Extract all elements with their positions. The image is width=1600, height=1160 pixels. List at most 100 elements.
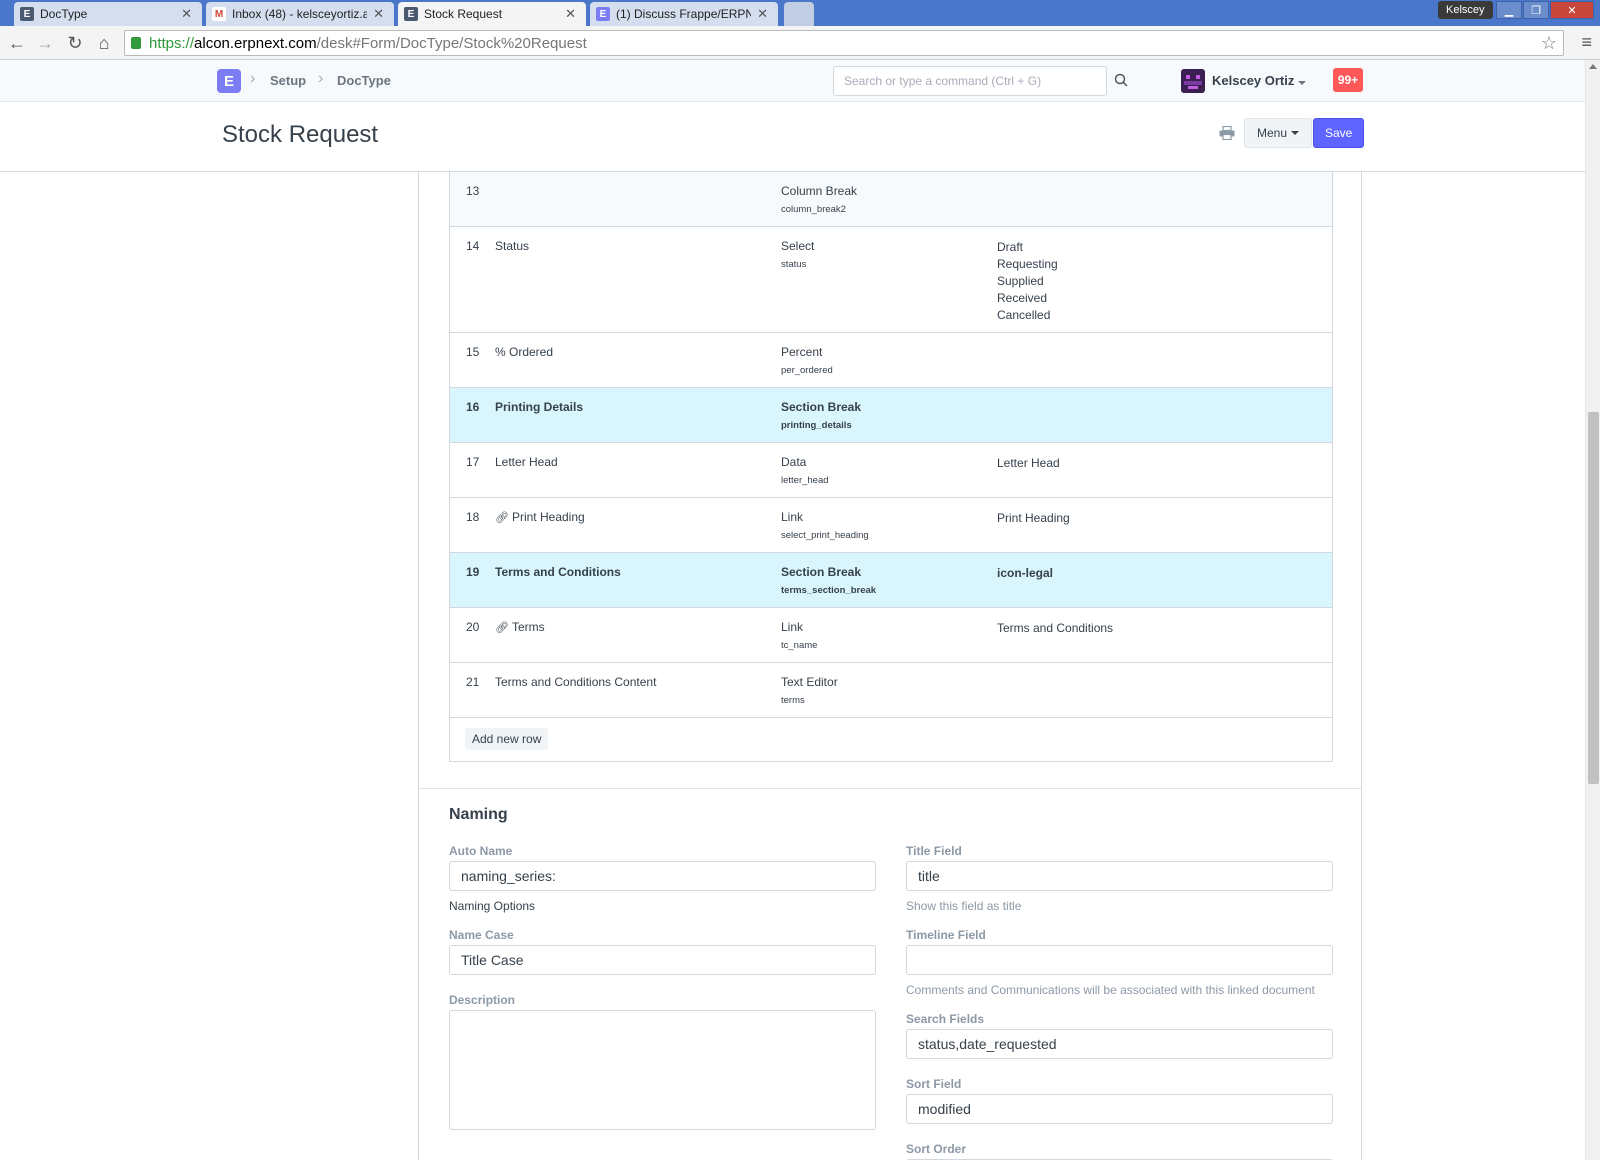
window-close-button[interactable]: ✕: [1550, 1, 1594, 19]
close-icon[interactable]: ✕: [565, 6, 576, 22]
star-icon[interactable]: ☆: [1541, 33, 1557, 54]
auto-name-input[interactable]: naming_series:: [449, 861, 876, 891]
maximize-button[interactable]: ❐: [1523, 1, 1549, 19]
caret-down-icon: [1291, 131, 1300, 135]
row-type: Section Break printing_details: [781, 400, 861, 431]
row-options: Draft Requesting Supplied Received Cance…: [997, 239, 1058, 324]
browser-toolbar: ← → ↻ ⌂ https://alcon.erpnext.com/desk#F…: [0, 26, 1600, 60]
description-textarea[interactable]: [449, 1010, 876, 1130]
url-path: /desk#Form/DocType/Stock%20Request: [316, 34, 587, 52]
table-row[interactable]: 14 Status Select status Draft Requesting …: [450, 227, 1332, 333]
avatar[interactable]: [1181, 69, 1205, 93]
menu-button[interactable]: Menu: [1244, 118, 1313, 148]
field-type: Link: [781, 510, 804, 524]
row-index: 16: [466, 400, 480, 414]
lock-icon: [131, 37, 141, 49]
erpnext-favicon-icon: E: [404, 7, 418, 21]
chrome-menu-icon[interactable]: ≡: [1581, 32, 1592, 53]
section-divider: [419, 788, 1361, 789]
table-row[interactable]: 16 Printing Details Section Break printin…: [450, 388, 1332, 443]
title-field-label: Title Field: [906, 844, 962, 858]
table-row[interactable]: 13 Column Break column_break2: [450, 172, 1332, 227]
browser-tab-stock-request[interactable]: E Stock Request ✕: [398, 2, 586, 26]
timeline-field-description: Comments and Communications will be asso…: [906, 983, 1315, 997]
sort-field-label: Sort Field: [906, 1077, 962, 1091]
table-row[interactable]: 20 🔗︎ Terms Link tc_name Terms and Conditi…: [450, 608, 1332, 663]
grid-footer: Add new row: [450, 718, 1332, 761]
print-icon[interactable]: [1219, 126, 1235, 140]
option-item: Supplied: [997, 274, 1044, 288]
user-menu-toggle[interactable]: Kelscey Ortiz: [1212, 73, 1307, 88]
new-tab-button[interactable]: [784, 2, 814, 26]
url-host: alcon.erpnext.com: [194, 34, 317, 52]
minimize-button[interactable]: ▁: [1496, 1, 1522, 19]
field-name: per_ordered: [781, 365, 833, 376]
home-icon[interactable]: ⌂: [93, 32, 115, 54]
breadcrumb-setup[interactable]: Setup: [270, 73, 306, 88]
save-button[interactable]: Save: [1313, 118, 1365, 148]
breadcrumb-doctype[interactable]: DocType: [337, 73, 391, 88]
window-user-badge[interactable]: Kelscey: [1438, 1, 1493, 19]
sort-field-input[interactable]: modified: [906, 1094, 1333, 1124]
url-bar[interactable]: https://alcon.erpnext.com/desk#Form/DocT…: [124, 30, 1564, 56]
row-type: Link tc_name: [781, 620, 817, 651]
name-case-label: Name Case: [449, 928, 514, 942]
row-type: Text Editor terms: [781, 675, 838, 706]
row-label: Letter Head: [495, 455, 558, 469]
search-icon: [1114, 73, 1128, 87]
chevron-right-icon: ›: [318, 70, 324, 87]
field-type: Link: [781, 620, 804, 634]
fields-grid: 13 Column Break column_break2 14 Status S…: [449, 172, 1333, 762]
table-row[interactable]: 21 Terms and Conditions Content Text Edi…: [450, 663, 1332, 718]
browser-tab-discuss[interactable]: E (1) Discuss Frappe/ERPNe ✕: [590, 2, 778, 26]
description-label: Description: [449, 993, 516, 1007]
close-icon[interactable]: ✕: [373, 6, 384, 22]
forward-arrow-icon[interactable]: →: [34, 32, 56, 54]
page-header: Stock Request Menu Save: [0, 102, 1585, 172]
row-label: Terms and Conditions: [495, 565, 621, 579]
caret-down-icon: [1298, 81, 1307, 85]
browser-tab-doctype[interactable]: E DocType ✕: [14, 2, 202, 26]
row-type: Select status: [781, 239, 814, 270]
field-type: Section Break: [781, 565, 862, 579]
close-icon[interactable]: ✕: [757, 6, 768, 22]
close-icon[interactable]: ✕: [181, 6, 192, 22]
tab-title: (1) Discuss Frappe/ERPNe: [616, 7, 752, 21]
app-logo[interactable]: E: [217, 69, 241, 93]
field-name: printing_details: [781, 420, 852, 431]
name-case-select[interactable]: Title Case: [449, 945, 876, 975]
table-row[interactable]: 19 Terms and Conditions Section Break ter…: [450, 553, 1332, 608]
form-body: 13 Column Break column_break2 14 Status S…: [418, 172, 1362, 1160]
back-arrow-icon[interactable]: ←: [6, 32, 28, 54]
scrollbar-thumb[interactable]: [1588, 412, 1599, 784]
awesome-bar-search-input[interactable]: Search or type a command (Ctrl + G): [833, 66, 1107, 96]
reload-icon[interactable]: ↻: [64, 32, 86, 54]
option-item: Requesting: [997, 257, 1058, 271]
add-new-row-button[interactable]: Add new row: [465, 728, 549, 750]
table-row[interactable]: 18 🔗︎ Print Heading Link select_print_head…: [450, 498, 1332, 553]
option-item: Letter Head: [997, 456, 1060, 470]
table-row[interactable]: 17 Letter Head Data letter_head Letter He…: [450, 443, 1332, 498]
row-options: Letter Head: [997, 455, 1060, 472]
browser-tab-inbox[interactable]: M Inbox (48) - kelsceyortiz.al ✕: [206, 2, 394, 26]
notification-badge[interactable]: 99+: [1333, 68, 1363, 92]
auto-name-description: Naming Options: [449, 899, 536, 913]
option-item: Cancelled: [997, 308, 1051, 322]
timeline-field-input[interactable]: [906, 945, 1333, 975]
row-index: 14: [466, 239, 480, 253]
title-field-input[interactable]: title: [906, 861, 1333, 891]
field-name: select_print_heading: [781, 530, 869, 541]
option-item: Print Heading: [997, 511, 1070, 525]
field-name: status: [781, 259, 807, 270]
scroll-up-icon[interactable]: [1589, 64, 1597, 69]
page-scrollbar[interactable]: [1585, 60, 1600, 1160]
table-row[interactable]: 15 % Ordered Percent per_ordered: [450, 333, 1332, 388]
tab-title: Stock Request: [424, 7, 503, 21]
search-fields-input[interactable]: status,date_requested: [906, 1029, 1333, 1059]
field-type: Percent: [781, 345, 823, 359]
row-label-text: Print Heading: [511, 510, 585, 524]
search-fields-label: Search Fields: [906, 1012, 985, 1026]
row-options: Print Heading: [997, 510, 1070, 527]
field-type: Text Editor: [781, 675, 838, 689]
user-name-text: Kelscey Ortiz: [1212, 73, 1295, 88]
